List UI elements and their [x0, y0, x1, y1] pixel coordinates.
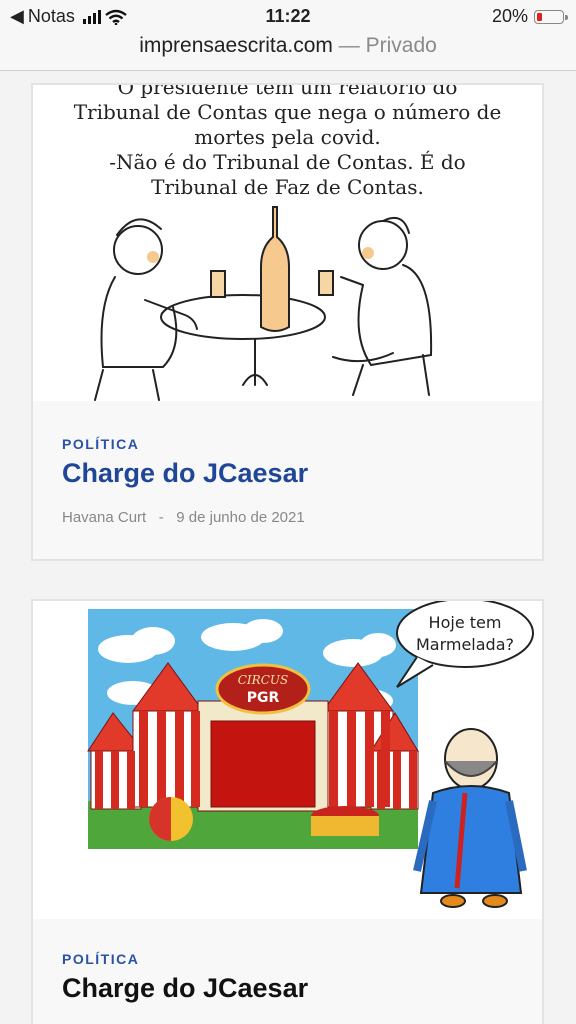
cartoon-image-circus[interactable]: CIRCUS PGR Hoje tem Marmelada?: [33, 601, 542, 919]
cartoon-drawing: CIRCUS PGR Hoje tem Marmelada?: [87, 601, 534, 908]
cartoon-image-tribunal[interactable]: O presidente tem um relatório do Tribuna…: [33, 85, 542, 401]
speech-line-1: Hoje tem: [429, 613, 502, 632]
post-card[interactable]: CIRCUS PGR Hoje tem Marmelada? POLÍTICA …: [31, 599, 544, 1024]
post-category[interactable]: POLÍTICA: [62, 436, 139, 452]
battery-fill: [537, 12, 542, 21]
meta-separator: -: [158, 509, 164, 526]
battery-percent: 20%: [491, 6, 528, 26]
url-separator: —: [332, 34, 366, 57]
address-bar[interactable]: imprensaescrita.com — Privado: [0, 32, 576, 71]
url-domain: imprensaescrita.com: [139, 34, 333, 57]
private-mode-label: Privado: [365, 34, 437, 57]
status-bar: ◀ Notas 11:22 20%: [0, 0, 576, 32]
post-author[interactable]: Havana Curt: [62, 509, 146, 526]
post-meta: Havana Curt - 9 de junho de 2021: [62, 509, 305, 526]
post-title[interactable]: Charge do JCaesar: [62, 973, 308, 1004]
post-date: 9 de junho de 2021: [176, 509, 305, 526]
speech-line-2: Marmelada?: [416, 635, 514, 654]
sign-pgr: PGR: [247, 690, 280, 706]
page-content: O presidente tem um relatório do Tribuna…: [0, 71, 576, 1024]
clock: 11:22: [265, 6, 311, 26]
post-title[interactable]: Charge do JCaesar: [62, 458, 308, 489]
sign-circus: CIRCUS: [238, 673, 288, 687]
post-card[interactable]: O presidente tem um relatório do Tribuna…: [31, 83, 544, 561]
post-category[interactable]: POLÍTICA: [62, 951, 139, 967]
cartoon-drawing: [94, 206, 433, 401]
battery-icon: [534, 9, 568, 24]
